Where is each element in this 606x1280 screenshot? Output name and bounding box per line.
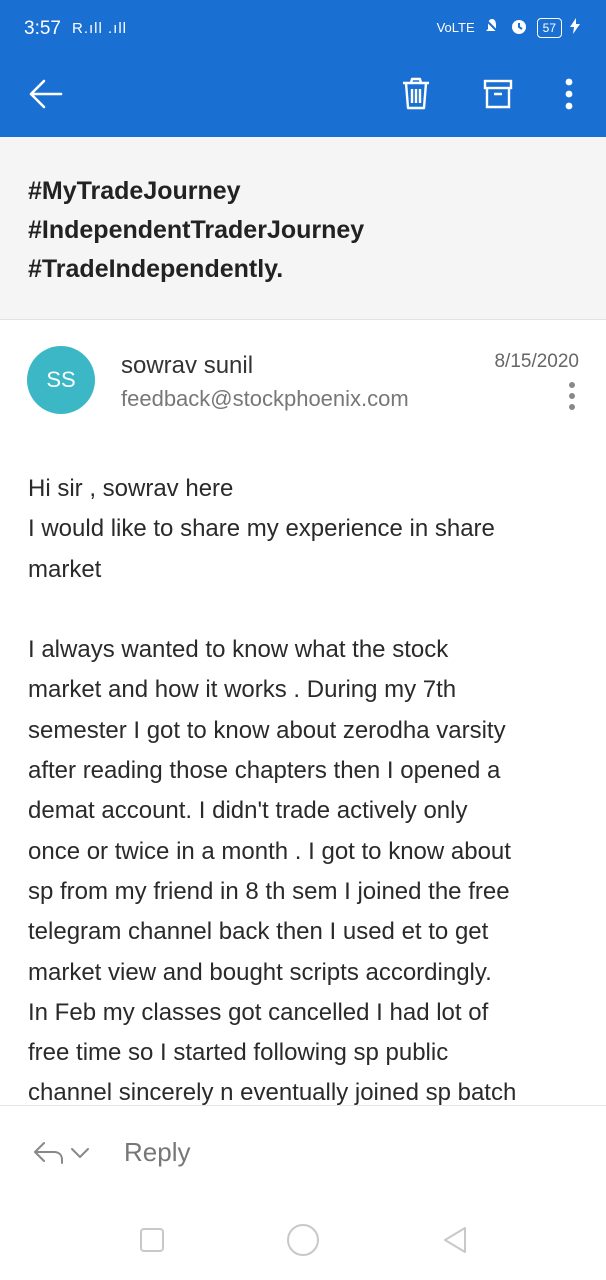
volte-indicator: VoLTE xyxy=(436,20,475,35)
circle-icon xyxy=(287,1224,319,1256)
avatar-initials: SS xyxy=(46,367,76,392)
body-line: after reading those chapters then I open… xyxy=(28,757,501,785)
more-vertical-icon xyxy=(565,78,573,110)
mute-icon xyxy=(483,17,501,38)
body-line: In Feb my classes got cancelled I had lo… xyxy=(28,998,489,1026)
sender-email[interactable]: feedback@stockphoenix.com xyxy=(121,386,409,412)
nav-recents-button[interactable] xyxy=(132,1220,172,1260)
reply-options-button[interactable] xyxy=(32,1135,106,1171)
more-options-button[interactable] xyxy=(545,70,593,118)
status-time: 3:57 xyxy=(24,18,61,39)
app-header: 3:57 R.ıll .ıll VoLTE 57 xyxy=(0,0,606,137)
body-line: market and how it works . During my 7th xyxy=(28,676,457,704)
nav-back-button[interactable] xyxy=(435,1220,475,1260)
body-line: I would like to share my experience in s… xyxy=(28,515,495,543)
charging-icon xyxy=(570,18,580,37)
status-bar: 3:57 R.ıll .ıll VoLTE 57 xyxy=(0,0,606,62)
trash-icon xyxy=(403,77,429,110)
nav-home-button[interactable] xyxy=(283,1220,323,1260)
message-more-button[interactable] xyxy=(556,378,588,414)
body-line: demat account. I didn't trade actively o… xyxy=(28,797,468,825)
archive-icon xyxy=(483,79,513,109)
reply-arrow-icon xyxy=(34,1142,63,1164)
body-line: once or twice in a month . I got to know… xyxy=(28,837,511,865)
body-line: market xyxy=(28,555,102,583)
body-line: telegram channel back then I used et to … xyxy=(28,918,489,946)
triangle-back-icon xyxy=(444,1227,466,1253)
body-line: Hi sir , sowrav here xyxy=(28,475,234,502)
alarm-icon xyxy=(509,16,529,39)
body-line: market view and bought scripts according… xyxy=(28,958,492,986)
body-line: semester I got to know about zerodha var… xyxy=(28,716,506,744)
message-date: 8/15/2020 xyxy=(494,351,579,372)
more-vertical-icon xyxy=(569,382,575,410)
subject-line: #IndependentTraderJourney xyxy=(28,216,365,244)
chevron-down-icon xyxy=(71,1148,89,1159)
message-body: Hi sir , sowrav here I would like to sha… xyxy=(28,469,588,1105)
signal-strength: R.ıll .ıll xyxy=(72,20,127,37)
battery-level: 57 xyxy=(536,17,562,38)
subject-line: #TradeIndependently. xyxy=(28,255,284,283)
divider xyxy=(0,1105,606,1106)
square-icon xyxy=(140,1228,164,1252)
reply-button[interactable]: Reply xyxy=(124,1137,190,1168)
delete-button[interactable] xyxy=(392,70,440,118)
body-line: channel sincerely n eventually joined sp… xyxy=(28,1079,517,1105)
arrow-left-icon xyxy=(29,79,63,109)
archive-button[interactable] xyxy=(474,70,522,118)
sender-name[interactable]: sowrav sunil xyxy=(121,352,253,380)
body-line: free time so I started following sp publ… xyxy=(28,1039,449,1067)
subject-line: #MyTradeJourney xyxy=(28,177,241,205)
avatar[interactable]: SS xyxy=(27,346,95,414)
body-line: I always wanted to know what the stock xyxy=(28,636,449,664)
back-button[interactable] xyxy=(22,70,70,118)
email-subject: #MyTradeJourney #IndependentTraderJourne… xyxy=(0,137,606,320)
body-line: sp from my friend in 8 th sem I joined t… xyxy=(28,877,510,905)
